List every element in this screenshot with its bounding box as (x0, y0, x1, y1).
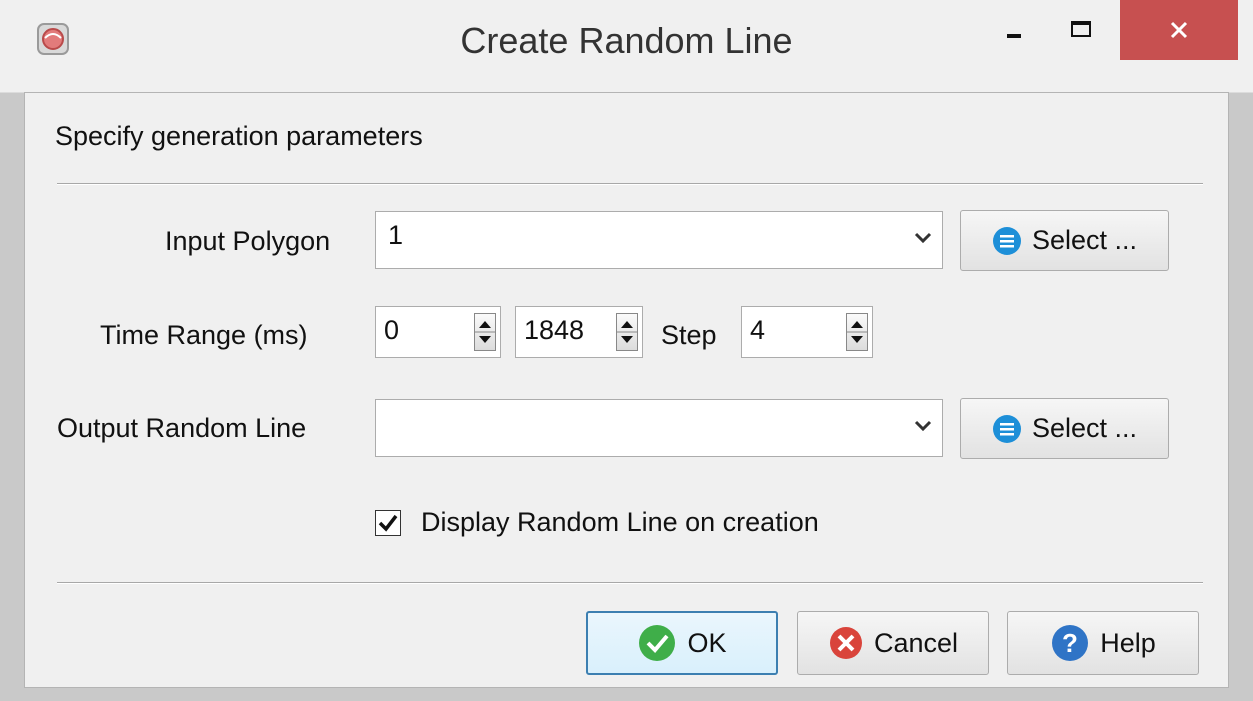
spinner-up-down-icon (847, 321, 867, 343)
spinner-up-down-icon (475, 321, 495, 343)
select-output-random-line-button[interactable]: Select ... (960, 398, 1169, 459)
cancel-label: Cancel (873, 627, 959, 658)
spinner-buttons[interactable] (474, 313, 496, 351)
spinner-buttons[interactable] (846, 313, 868, 351)
output-random-line-combobox[interactable] (375, 399, 943, 457)
step-spinner[interactable]: 4 (741, 306, 873, 358)
close-icon (1170, 21, 1188, 39)
dialog-body: Specify generation parameters Input Poly… (24, 92, 1229, 688)
cancel-button[interactable]: Cancel (797, 611, 989, 675)
maximize-button[interactable] (1045, 0, 1119, 60)
input-polygon-value: 1 (388, 220, 404, 250)
display-random-line-label[interactable]: Display Random Line on creation (421, 507, 819, 538)
input-polygon-combobox[interactable]: 1 (375, 211, 943, 269)
checkmark-icon (378, 514, 398, 532)
svg-text:?: ? (1062, 628, 1078, 658)
time-range-start-spinner[interactable]: 0 (375, 306, 501, 358)
close-button[interactable] (1120, 0, 1238, 60)
select-button-label: Select ... (1031, 413, 1138, 443)
ok-button[interactable]: OK (586, 611, 778, 675)
instruction-text: Specify generation parameters (55, 121, 423, 151)
list-icon (992, 414, 1021, 443)
minimize-button[interactable] (985, 0, 1045, 60)
separator (57, 582, 1203, 584)
separator (57, 183, 1203, 185)
title-bar[interactable]: Create Random Line (0, 0, 1253, 93)
ok-check-icon (639, 625, 676, 661)
help-button[interactable]: ? Help (1007, 611, 1199, 675)
step-value: 4 (750, 315, 766, 345)
minimize-icon (1007, 34, 1021, 38)
select-button-label: Select ... (1031, 225, 1138, 255)
time-range-end-value: 1848 (524, 315, 585, 345)
maximize-icon (1071, 21, 1091, 37)
ok-label: OK (687, 627, 727, 658)
help-label: Help (1100, 627, 1156, 658)
spinner-buttons[interactable] (616, 313, 638, 351)
time-range-label: Time Range (ms) (100, 320, 308, 350)
help-question-icon: ? (1052, 625, 1089, 661)
spinner-up-down-icon (617, 321, 637, 343)
select-input-polygon-button[interactable]: Select ... (960, 210, 1169, 271)
time-range-end-spinner[interactable]: 1848 (515, 306, 643, 358)
display-random-line-checkbox[interactable] (375, 510, 401, 536)
step-label: Step (661, 320, 717, 350)
cancel-x-icon (829, 627, 862, 659)
time-range-start-value: 0 (384, 315, 400, 345)
list-icon (992, 226, 1021, 255)
output-random-line-label: Output Random Line (57, 413, 307, 443)
chevron-down-icon (914, 420, 932, 432)
chevron-down-icon (914, 232, 932, 244)
input-polygon-label: Input Polygon (165, 226, 331, 256)
dialog-window: Create Random Line Specify generation pa… (0, 0, 1253, 701)
